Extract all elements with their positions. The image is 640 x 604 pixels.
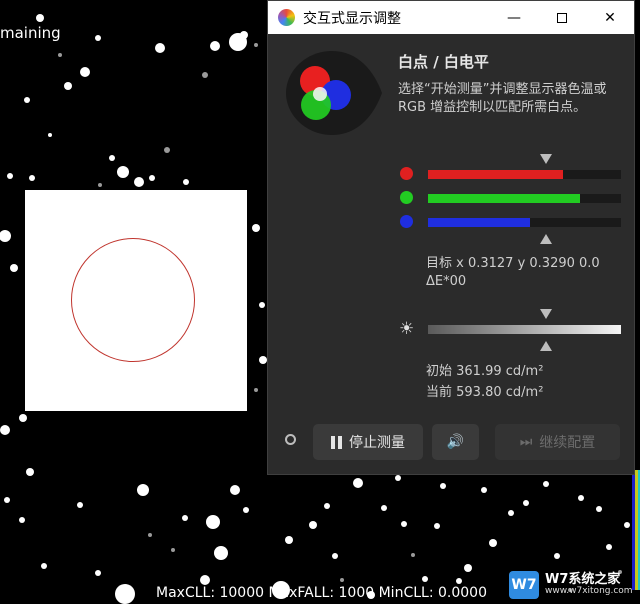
blue-dot <box>400 215 413 228</box>
watermark-url: www.w7xitong.com <box>545 586 633 597</box>
instruction-text: 选择“开始测量”并调整显示器色温或 RGB 增益控制以匹配所需白点。 <box>398 82 607 115</box>
close-icon: ✕ <box>604 9 616 26</box>
edge-color-strip <box>632 470 640 590</box>
white-test-patch <box>25 190 247 411</box>
luminance-readout: 初始 361.99 cd/m² 当前 593.80 cd/m² <box>426 361 543 403</box>
sun-icon: ☀ <box>399 319 415 339</box>
app-icon <box>278 9 295 26</box>
luminance-marker-top <box>540 309 552 319</box>
continue-configuration-label: 继续配置 <box>539 435 596 451</box>
window-title: 交互式显示调整 <box>303 11 401 27</box>
luminance-bar <box>428 325 621 334</box>
rgb-target-marker-bottom <box>540 234 552 244</box>
stop-measurement-button[interactable]: 停止测量 <box>313 424 423 460</box>
pause-icon <box>331 435 342 449</box>
continue-configuration-button[interactable]: ⏭ 继续配置 <box>495 424 620 460</box>
watermark: W7 W7系统之家 www.w7xitong.com <box>509 571 633 599</box>
minimize-icon: — <box>507 9 521 26</box>
title-bar[interactable]: 交互式显示调整 — ✕ <box>268 1 634 34</box>
minimize-button[interactable]: — <box>490 1 538 34</box>
sound-button[interactable]: 🔊 <box>432 424 479 460</box>
interactive-display-adjustment-window: 交互式显示调整 — ✕ 白点 / 白电平 选择“开始测量”并调整显示器色温或 R… <box>267 0 635 475</box>
close-button[interactable]: ✕ <box>586 1 634 34</box>
green-gain-fill <box>428 194 581 203</box>
watermark-logo: W7 <box>509 571 539 599</box>
hdr-info-text: MaxCLL: 10000 MaxFALL: 1000 MinCLL: 0.00… <box>156 585 487 601</box>
red-dot <box>400 167 413 180</box>
luminance-marker-bottom <box>540 341 552 351</box>
watermark-title: W7系统之家 <box>545 571 621 587</box>
target-whitepoint-text: 目标 x 0.3127 y 0.3290 0.0 ΔE*00 <box>426 256 600 289</box>
test-circle <box>71 238 195 362</box>
rgb-hero-icon <box>286 51 382 135</box>
blue-gain-fill <box>428 218 531 227</box>
initial-luminance: 初始 361.99 cd/m² <box>426 364 544 379</box>
maximize-button[interactable] <box>538 1 586 34</box>
rgb-target-marker-top <box>540 154 552 164</box>
green-gain-bar <box>428 194 621 203</box>
section-heading: 白点 / 白电平 <box>398 53 489 71</box>
red-gain-bar <box>428 170 621 179</box>
speaker-icon: 🔊 <box>446 434 465 450</box>
stop-measurement-label: 停止测量 <box>349 435 405 451</box>
blue-gain-bar <box>428 218 621 227</box>
maximize-icon <box>557 12 567 23</box>
current-luminance: 当前 593.80 cd/m² <box>426 385 544 400</box>
green-dot <box>400 191 413 204</box>
skip-forward-icon: ⏭ <box>519 434 533 450</box>
remaining-text: maining <box>0 24 61 42</box>
red-gain-fill <box>428 170 564 179</box>
status-ring-icon <box>285 434 296 445</box>
